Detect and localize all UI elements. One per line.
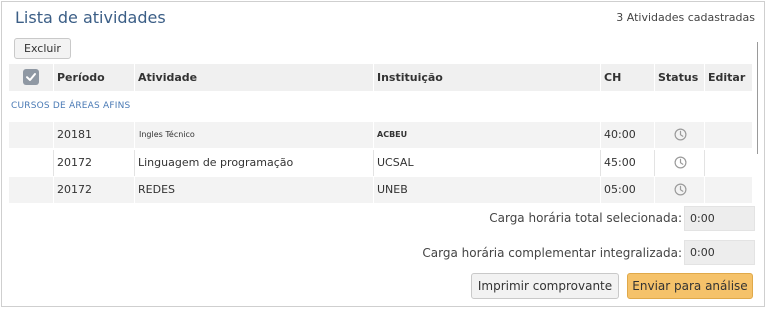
table-header: Período Atividade Instituição CH Status … bbox=[9, 64, 752, 91]
column-header-instituicao[interactable]: Instituição bbox=[377, 64, 443, 91]
table-row[interactable]: 20172 Linguagem de programação UCSAL 45:… bbox=[9, 150, 752, 176]
cell-instituicao: UNEB bbox=[377, 183, 408, 196]
cell-periodo: 20172 bbox=[57, 183, 92, 196]
column-header-status[interactable]: Status bbox=[658, 64, 698, 91]
cell-atividade: Ingles Técnico bbox=[139, 130, 195, 139]
select-all-checkbox[interactable] bbox=[23, 69, 39, 85]
clock-icon bbox=[674, 183, 687, 196]
cell-ch: 05:00 bbox=[604, 183, 636, 196]
table-row[interactable]: 20172 REDES UNEB 05:00 bbox=[9, 177, 752, 203]
table-row[interactable]: 20181 Ingles Técnico ACBEU 40:00 bbox=[9, 122, 752, 148]
total-selected-value: 0:00 bbox=[684, 206, 755, 231]
activities-count: 3 Atividades cadastradas bbox=[616, 11, 755, 24]
cell-periodo: 20172 bbox=[57, 156, 92, 169]
column-header-ch[interactable]: CH bbox=[604, 64, 621, 91]
column-header-periodo[interactable]: Período bbox=[57, 64, 105, 91]
scrollbar[interactable] bbox=[757, 42, 758, 154]
clock-icon bbox=[674, 128, 687, 141]
cell-periodo: 20181 bbox=[57, 128, 92, 141]
clock-icon bbox=[674, 156, 687, 169]
cell-instituicao: UCSAL bbox=[377, 156, 414, 169]
cell-ch: 40:00 bbox=[604, 128, 636, 141]
cell-ch: 45:00 bbox=[604, 156, 636, 169]
checkbox-check-icon bbox=[26, 73, 36, 81]
complementary-label: Carga horária complementar integralizada… bbox=[422, 246, 682, 260]
page-title: Lista de atividades bbox=[15, 8, 166, 27]
cell-instituicao: ACBEU bbox=[377, 130, 408, 139]
column-header-editar[interactable]: Editar bbox=[708, 64, 745, 91]
print-receipt-button[interactable]: Imprimir comprovante bbox=[471, 273, 619, 299]
send-for-analysis-button[interactable]: Enviar para análise bbox=[627, 273, 753, 299]
total-selected-label: Carga horária total selecionada: bbox=[489, 211, 682, 225]
cell-atividade: REDES bbox=[138, 183, 175, 196]
delete-button[interactable]: Excluir bbox=[14, 38, 71, 59]
group-label: CURSOS DE ÁREAS AFINS bbox=[11, 101, 131, 111]
complementary-value: 0:00 bbox=[684, 240, 755, 265]
column-header-atividade[interactable]: Atividade bbox=[138, 64, 197, 91]
cell-atividade: Linguagem de programação bbox=[138, 156, 294, 169]
